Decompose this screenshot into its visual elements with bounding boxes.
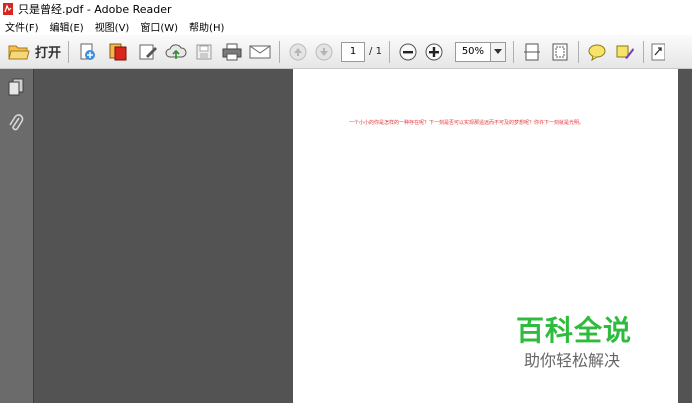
separator bbox=[642, 40, 644, 63]
folder-open-icon bbox=[8, 45, 30, 59]
watermark-subtitle: 助你轻松解决 bbox=[524, 351, 621, 370]
fit-width-button[interactable] bbox=[521, 40, 543, 64]
upload-button[interactable] bbox=[164, 40, 188, 64]
create-pdf-button[interactable] bbox=[76, 40, 100, 64]
zoom-out-icon bbox=[399, 43, 417, 60]
print-icon bbox=[222, 43, 242, 60]
document-text: 一个小小的你是怎样的一种存在呢？下一刻是否可以实现那遥远而不可及的梦想呢？你许下… bbox=[349, 120, 585, 126]
zoom-in-button[interactable] bbox=[423, 40, 445, 64]
save-button[interactable] bbox=[192, 40, 216, 64]
combine-button[interactable] bbox=[106, 40, 130, 64]
save-icon bbox=[196, 44, 212, 59]
highlight-button[interactable] bbox=[614, 40, 636, 64]
comment-button[interactable] bbox=[586, 40, 608, 64]
navigation-panel bbox=[0, 69, 34, 403]
open-label: 打开 bbox=[35, 46, 62, 61]
email-icon bbox=[249, 45, 271, 58]
combine-icon bbox=[109, 43, 127, 60]
fit-page-button[interactable] bbox=[549, 40, 571, 64]
fit-width-icon bbox=[523, 43, 540, 60]
zoom-input[interactable]: 50% bbox=[454, 41, 491, 62]
menu-file[interactable]: 文件(F) bbox=[0, 19, 45, 34]
zoom-out-button[interactable] bbox=[397, 40, 419, 64]
chevron-down-icon bbox=[493, 49, 502, 54]
email-button[interactable] bbox=[248, 40, 272, 64]
page-total: / 1 bbox=[369, 46, 382, 57]
pages-panel-icon[interactable] bbox=[8, 78, 24, 96]
workspace-edge bbox=[678, 69, 692, 403]
menu-bar: 文件(F) 编辑(E) 视图(V) 窗口(W) 帮助(H) bbox=[0, 18, 692, 35]
comment-icon bbox=[588, 44, 606, 61]
create-pdf-icon bbox=[80, 43, 96, 60]
open-button[interactable]: 打开 bbox=[8, 40, 61, 64]
window-title: 只是曾经.pdf - Adobe Reader bbox=[18, 3, 172, 16]
expand-icon bbox=[651, 43, 665, 60]
highlight-icon bbox=[616, 45, 634, 59]
fit-page-icon bbox=[552, 43, 568, 60]
separator bbox=[68, 40, 70, 63]
toolbar: 打开 1 / 1 50% bbox=[0, 35, 692, 69]
edit-button[interactable] bbox=[136, 40, 160, 64]
separator bbox=[577, 40, 579, 63]
watermark-title: 百科全说 bbox=[516, 314, 633, 347]
separator bbox=[279, 40, 281, 63]
zoom-dropdown-button[interactable] bbox=[490, 41, 506, 62]
menu-window[interactable]: 窗口(W) bbox=[135, 19, 184, 34]
menu-help[interactable]: 帮助(H) bbox=[184, 19, 230, 34]
attachment-icon[interactable] bbox=[8, 112, 24, 134]
separator bbox=[388, 40, 390, 63]
menu-view[interactable]: 视图(V) bbox=[90, 19, 136, 34]
page-number-input[interactable]: 1 bbox=[341, 41, 366, 62]
menu-edit[interactable]: 编辑(E) bbox=[45, 19, 90, 34]
next-page-button[interactable] bbox=[313, 40, 335, 64]
expand-button[interactable] bbox=[651, 40, 665, 64]
pdf-page[interactable]: 一个小小的你是怎样的一种存在呢？下一刻是否可以实现那遥远而不可及的梦想呢？你许下… bbox=[293, 69, 678, 403]
cloud-upload-icon bbox=[165, 43, 187, 59]
zoom-in-icon bbox=[425, 43, 443, 60]
print-button[interactable] bbox=[220, 40, 244, 64]
pdf-app-icon bbox=[3, 3, 13, 15]
prev-page-button[interactable] bbox=[287, 40, 309, 64]
edit-icon bbox=[139, 44, 158, 59]
next-page-icon bbox=[315, 43, 333, 60]
prev-page-icon bbox=[289, 43, 307, 60]
title-bar: 只是曾经.pdf - Adobe Reader bbox=[0, 0, 692, 18]
separator bbox=[512, 40, 514, 63]
